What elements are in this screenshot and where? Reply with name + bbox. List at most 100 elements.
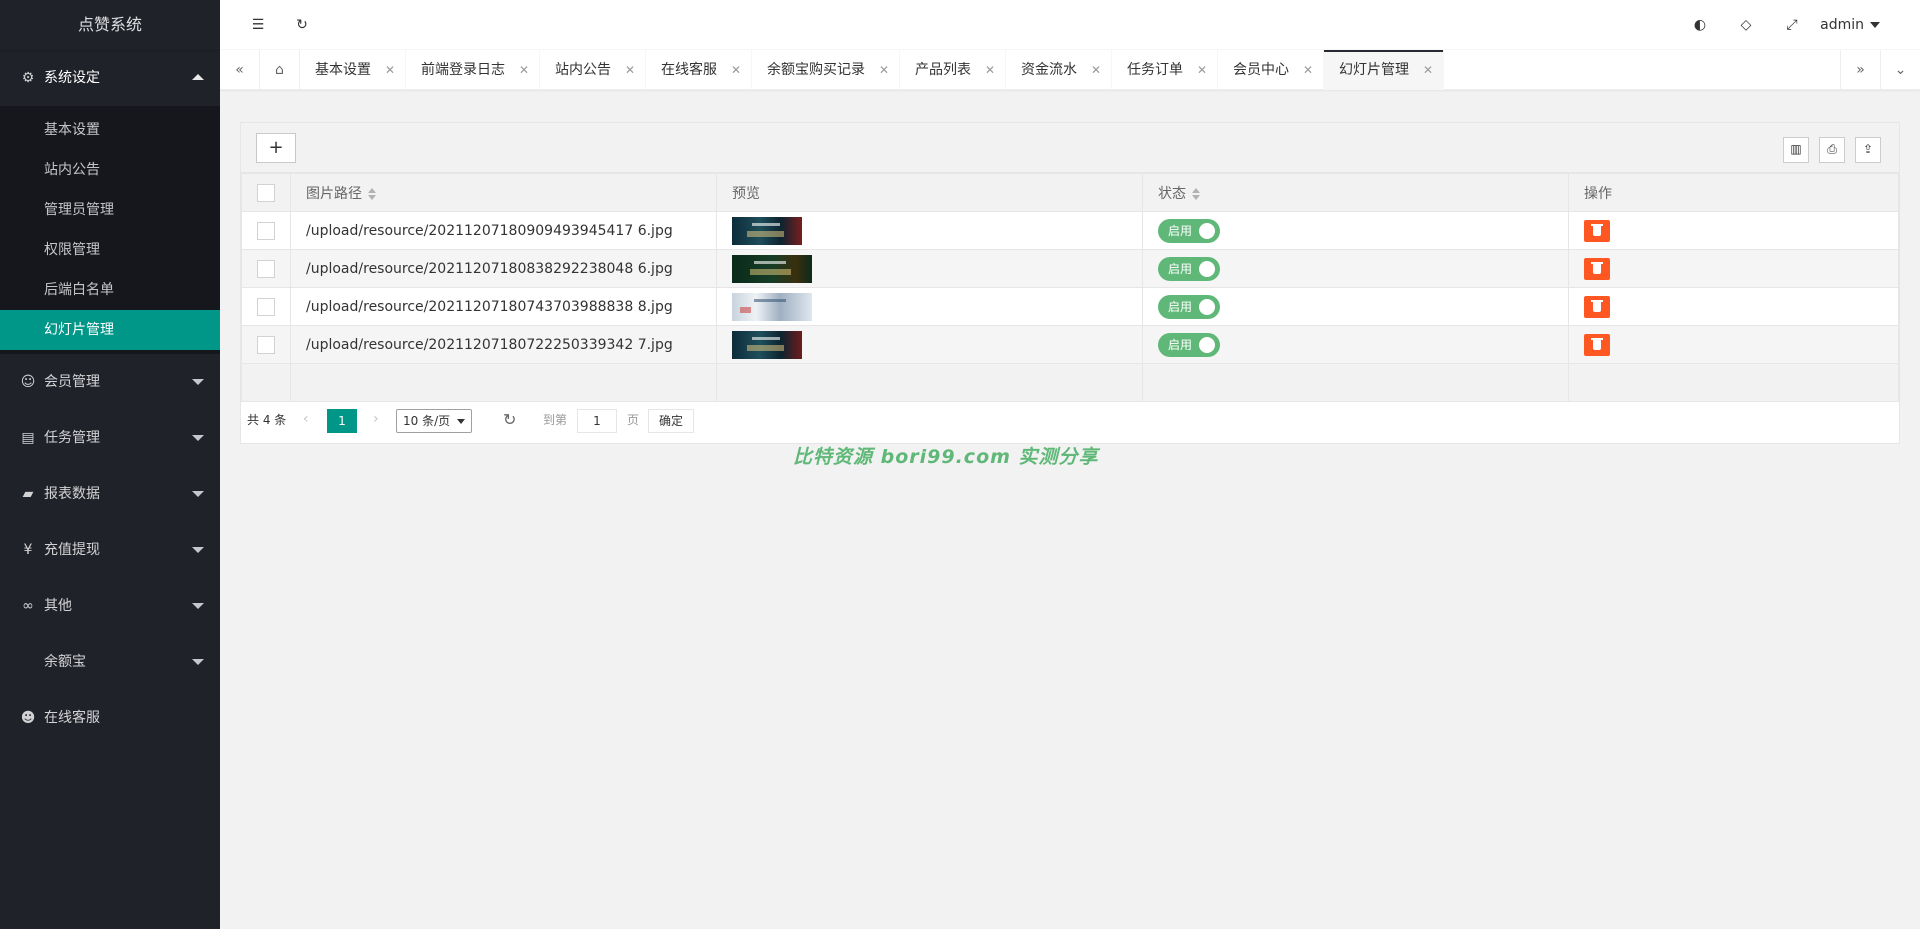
print-icon[interactable]: ⎙ (1819, 137, 1845, 163)
close-icon[interactable]: ✕ (1303, 50, 1313, 90)
status-toggle[interactable]: 启用 (1158, 294, 1220, 319)
tab-slides[interactable]: 幻灯片管理 ✕ (1324, 50, 1444, 90)
header-status[interactable]: 状态 (1142, 173, 1569, 212)
table-row: /upload/resource/20211207180838292238048… (241, 249, 1899, 288)
sidebar-item-whitelist[interactable]: 后端白名单 (0, 270, 220, 310)
refresh-icon[interactable]: ↻ (282, 0, 322, 50)
add-button[interactable]: + (256, 133, 296, 163)
caret-down-icon (1870, 22, 1880, 28)
nav-head-service[interactable]: ☻ 在线客服 (0, 690, 220, 746)
sidebar-item-permissions[interactable]: 权限管理 (0, 230, 220, 270)
nav-submenu-system: 基本设置 站内公告 管理员管理 权限管理 后端白名单 幻灯片管理 (0, 106, 220, 354)
palette-icon[interactable]: ◐ (1680, 0, 1720, 50)
tabs-bar: « ⌂ 基本设置 ✕ 前端登录日志 ✕ 站内公告 ✕ 在线客服 ✕ 余额宝购买记录 ✕ 产… (220, 50, 1920, 90)
slide-thumbnail[interactable] (732, 330, 802, 359)
delete-icon[interactable] (1584, 257, 1610, 280)
chevron-up-icon (192, 74, 204, 80)
user-menu[interactable]: admin (1820, 0, 1880, 50)
nav-head-tasks[interactable]: ▤ 任务管理 (0, 410, 220, 466)
tab-basic-settings[interactable]: 基本设置 ✕ (300, 50, 406, 90)
table-row: /upload/resource/20211207180722250339342… (241, 325, 1899, 364)
status-toggle[interactable]: 启用 (1158, 332, 1220, 357)
tabs-scroll-right-icon[interactable]: » (1840, 50, 1880, 90)
nav-head-members[interactable]: ☺ 会员管理 (0, 354, 220, 410)
watermark: 比特资源 bori99.com 实测分享 (793, 446, 1099, 468)
sort-icon[interactable] (1192, 187, 1200, 200)
page-1-button[interactable]: 1 (327, 409, 357, 433)
sidebar-item-announcements[interactable]: 站内公告 (0, 150, 220, 190)
slide-thumbnail[interactable] (732, 254, 812, 283)
row-checkbox[interactable] (257, 297, 275, 316)
close-icon[interactable]: ✕ (731, 50, 741, 90)
refresh-icon[interactable]: ↻ (503, 410, 516, 429)
path-cell: /upload/resource/20211207180722250339342… (290, 325, 717, 364)
close-icon[interactable]: ✕ (519, 50, 529, 90)
header-path[interactable]: 图片路径 (290, 173, 717, 212)
slides-table-card: + ▥ ⎙ ⇪ 图片路径 预览 状态 操作 /upload/resource/2… (240, 122, 1900, 444)
delete-icon[interactable] (1584, 333, 1610, 356)
home-icon[interactable]: ⌂ (260, 50, 300, 90)
close-icon[interactable]: ✕ (625, 50, 635, 90)
status-label: 启用 (1168, 299, 1193, 314)
close-icon[interactable]: ✕ (1091, 50, 1101, 90)
sidebar-item-admin-manage[interactable]: 管理员管理 (0, 190, 220, 230)
delete-icon[interactable] (1584, 295, 1610, 318)
total-count: 共 4 条 (247, 413, 287, 427)
prev-page-icon[interactable]: ‹ (303, 411, 309, 427)
sidebar-item-slides[interactable]: 幻灯片管理 (0, 310, 220, 350)
tab-login-log[interactable]: 前端登录日志 ✕ (406, 50, 540, 90)
tab-member-center[interactable]: 会员中心 ✕ (1218, 50, 1324, 90)
next-page-icon[interactable]: › (373, 411, 379, 427)
nav-label: 会员管理 (44, 374, 100, 390)
close-icon[interactable]: ✕ (385, 50, 395, 90)
slides-table: 图片路径 预览 状态 操作 /upload/resource/202112071… (241, 173, 1899, 402)
delete-icon[interactable] (1584, 219, 1610, 242)
nav-label: 系统设定 (44, 70, 100, 86)
nav-head-yuebao[interactable]: 余额宝 (0, 634, 220, 690)
tab-label: 资金流水 (1021, 62, 1077, 78)
columns-filter-icon[interactable]: ▥ (1783, 137, 1809, 163)
slide-thumbnail[interactable] (732, 292, 812, 321)
tab-announcements[interactable]: 站内公告 ✕ (540, 50, 646, 90)
tabs-scroll-left-icon[interactable]: « (220, 50, 260, 90)
sidebar-item-basic-settings[interactable]: 基本设置 (0, 110, 220, 150)
close-icon[interactable]: ✕ (985, 50, 995, 90)
tab-products[interactable]: 产品列表 ✕ (900, 50, 1006, 90)
tab-yuebao-records[interactable]: 余额宝购买记录 ✕ (752, 50, 900, 90)
fullscreen-icon[interactable]: ⤢ (1772, 0, 1812, 50)
status-toggle[interactable]: 启用 (1158, 256, 1220, 281)
page-size-select[interactable]: 10 条/页 (396, 409, 472, 433)
nav-head-recharge[interactable]: ¥ 充值提现 (0, 522, 220, 578)
sort-icon[interactable] (368, 187, 376, 200)
close-icon[interactable]: ✕ (1423, 50, 1433, 90)
row-checkbox[interactable] (257, 221, 275, 240)
nav-head-other[interactable]: ∞ 其他 (0, 578, 220, 634)
export-icon[interactable]: ⇪ (1855, 137, 1881, 163)
table-row: /upload/resource/20211207180743703988838… (241, 287, 1899, 326)
gear-icon: ⚙ (21, 70, 35, 86)
select-all-checkbox[interactable] (257, 183, 275, 202)
tag-icon[interactable]: ◇ (1726, 0, 1766, 50)
row-checkbox[interactable] (257, 259, 275, 278)
status-toggle[interactable]: 启用 (1158, 218, 1220, 243)
menu-collapse-icon[interactable]: ☰ (238, 0, 278, 50)
tab-task-orders[interactable]: 任务订单 ✕ (1112, 50, 1218, 90)
status-label: 启用 (1168, 223, 1193, 238)
goto-page-input[interactable]: 1 (577, 409, 617, 433)
tab-online-service[interactable]: 在线客服 ✕ (646, 50, 752, 90)
close-icon[interactable]: ✕ (1197, 50, 1207, 90)
close-icon[interactable]: ✕ (879, 50, 889, 90)
row-checkbox[interactable] (257, 335, 275, 354)
table-header-row: 图片路径 预览 状态 操作 (241, 173, 1899, 212)
tabs-dropdown-icon[interactable]: ⌄ (1880, 50, 1920, 90)
confirm-button[interactable]: 确定 (648, 409, 694, 433)
path-cell: /upload/resource/20211207180743703988838… (290, 287, 717, 326)
tab-funds-flow[interactable]: 资金流水 ✕ (1006, 50, 1112, 90)
slide-thumbnail[interactable] (732, 216, 802, 245)
nav-head-system-settings[interactable]: ⚙ 系统设定 (0, 50, 220, 106)
tab-label: 在线客服 (661, 62, 717, 78)
nav-head-reports[interactable]: ▰ 报表数据 (0, 466, 220, 522)
chevron-down-icon (192, 659, 204, 665)
nav-group-system: ⚙ 系统设定 基本设置 站内公告 管理员管理 权限管理 后端白名单 幻灯片管理 (0, 50, 220, 354)
nav-label: 任务管理 (44, 430, 100, 446)
